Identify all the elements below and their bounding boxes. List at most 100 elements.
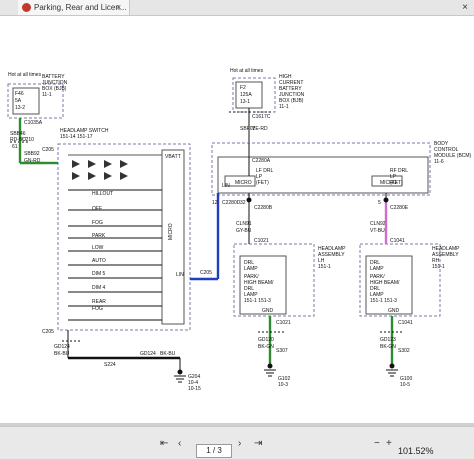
lin: LIN [176, 272, 184, 278]
document-canvas[interactable]: Hot at all times F46 5A 13-2 BATTERY JUN… [0, 16, 474, 426]
diode-icon [120, 172, 128, 180]
c1021: C1021 [254, 238, 269, 244]
prev-page-icon[interactable]: ‹ [178, 438, 181, 450]
cln92: CLN92 [370, 221, 386, 227]
diode-icon [104, 160, 112, 168]
gd123-col: BK-GN [380, 344, 396, 350]
left-pin: 32 [240, 200, 246, 206]
gd124: GD124 [54, 344, 70, 350]
title-bar: Parking, Rear and Licen... × × [0, 0, 474, 16]
c210: C210 [22, 137, 34, 143]
document-tab[interactable]: Parking, Rear and Licen... [18, 0, 130, 15]
zoom-level[interactable]: 101.52% [398, 446, 434, 456]
sw-off: OFF [92, 206, 102, 212]
diode-icon [72, 160, 80, 168]
diode-icon [88, 160, 96, 168]
hs-micro: MICRO [168, 223, 174, 240]
tab-close-icon[interactable]: × [116, 0, 121, 15]
hcbjb-fuse-3: 13-1 [240, 99, 250, 105]
lin-bcm: LIN [222, 183, 230, 189]
c205-bot: C205 [42, 329, 54, 335]
c2280d: C2280D [222, 200, 241, 206]
next-page-icon[interactable]: › [238, 438, 241, 450]
rh-gnd: GND [388, 308, 400, 314]
c1041-b: C1041 [398, 320, 413, 326]
c1035a: C1035A [24, 120, 43, 126]
sbb92: SBB92 [24, 151, 40, 157]
tab-title: Parking, Rear and Licen... [34, 3, 127, 12]
zoom-out-icon[interactable]: − [374, 438, 380, 450]
diode-icon [104, 172, 112, 180]
c2280b: C2280B [254, 205, 273, 211]
s224: S224 [104, 362, 116, 368]
hcbjb-fuse-1: F2 [240, 85, 246, 91]
first-page-icon[interactable]: ⇤ [160, 438, 168, 450]
wiring-diagram: Hot at all times F46 5A 13-2 BATTERY JUN… [7, 68, 472, 392]
lin-pin: 12 [212, 200, 218, 206]
diode-icon [72, 172, 80, 180]
rh-lamp-4: 151-1 [432, 264, 445, 270]
gd124b: GD124 [140, 351, 156, 357]
vbatt: VBATT [165, 154, 181, 160]
c205-top: C205 [42, 147, 54, 153]
hs-label-2: 151-14 151-17 [60, 134, 93, 140]
sw-fog: FOG [92, 220, 103, 226]
c2280a: C2280A [252, 158, 271, 164]
g102-2: 10-3 [278, 382, 288, 388]
s307: S307 [276, 348, 288, 354]
page-number-input[interactable]: 1 / 3 [196, 444, 232, 458]
hcbjb-label-6: 11-1 [279, 104, 289, 110]
sw-rear: REAR [92, 299, 106, 305]
left-hot-label: Hot at all times [8, 72, 42, 78]
bkbu: BK-BU [160, 351, 176, 357]
pdf-icon [22, 3, 31, 12]
hillout: HILLOUT [92, 191, 113, 197]
lh-lamp-4: 151-1 [318, 264, 331, 270]
g204-3: 10-15 [188, 386, 201, 392]
rf-drl-3: (FET) [390, 180, 403, 186]
cln92-col: VT-BU [370, 228, 385, 234]
c1041: C1041 [390, 238, 405, 244]
last-page-icon[interactable]: ⇥ [254, 438, 262, 450]
sw-low: LOW [92, 245, 104, 251]
sw-park: PARK [92, 233, 106, 239]
micro-left: MICRO [235, 180, 252, 186]
zoom-in-icon[interactable]: + [386, 438, 392, 450]
cln91: CLN91 [236, 221, 252, 227]
gnrd: GN-RD [24, 158, 41, 164]
bjb-fuse-1: F46 [15, 91, 24, 97]
diode-icon [88, 172, 96, 180]
c205-lin: C205 [200, 270, 212, 276]
g100-2: 10-5 [400, 382, 410, 388]
bjb-fuse-3: 13-2 [15, 105, 25, 111]
yerd: YE-RD [252, 126, 268, 132]
diode-icon [120, 160, 128, 168]
sw-dim5: DIM 5 [92, 271, 106, 277]
right-pin: 5 [378, 200, 381, 206]
sw-fog2: FOG [92, 306, 103, 312]
lh-gnd: GND [262, 308, 274, 314]
gd120: GD120 [258, 337, 274, 343]
window-close-icon[interactable]: × [462, 0, 468, 15]
gd124-col: BK-BU [54, 351, 70, 357]
c2280e: C2280E [390, 205, 409, 211]
c1617c: C1617C [252, 114, 271, 120]
s302: S302 [398, 348, 410, 354]
lh-inner-8: 151-1 151-3 [244, 298, 271, 304]
c210-pin: 61 [12, 144, 18, 150]
sw-dim4: DIM 4 [92, 285, 106, 291]
sw-auto: AUTO [92, 258, 106, 264]
right-hot-label: Hot at all times [230, 68, 264, 74]
gd123: GD123 [380, 337, 396, 343]
bjb-label-4: 11-1 [42, 92, 52, 98]
rh-inner-8: 151-1 151-3 [370, 298, 397, 304]
gd120-col: BK-GN [258, 344, 274, 350]
bcm-label-4: 11-6 [434, 159, 444, 165]
c1021-b: C1021 [276, 320, 291, 326]
lf-drl-3: (FET) [256, 180, 269, 186]
bjb-fuse-2: 5A [15, 98, 22, 104]
lh-inner-2: LAMP [244, 266, 258, 272]
diode-icons [72, 160, 128, 180]
cln91-col: GY-BU [236, 228, 252, 234]
rh-inner-2: LAMP [370, 266, 384, 272]
